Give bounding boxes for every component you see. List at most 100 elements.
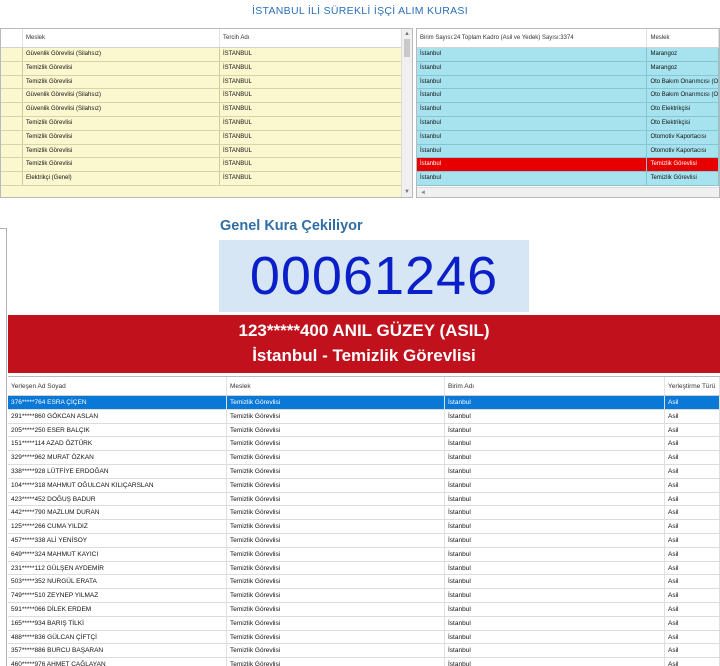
table-row[interactable]: İstanbul Oto Bakım Onarımcısı (O — [417, 75, 719, 90]
table-row[interactable]: 205*****250 ESER BALÇIK Temizlik Görevlis… — [8, 423, 720, 438]
table-cell: Güvenlik Görevlisi (Silahsız) — [23, 103, 220, 116]
table-row[interactable]: Temizlik Görevlisi İSTANBUL — [1, 144, 412, 159]
table-row[interactable]: 423*****452 DOĞUŞ BADUR Temizlik Görevlis… — [8, 492, 720, 507]
table-row[interactable]: 291*****860 GÖKCAN ASLAN Temizlik Görevli… — [8, 409, 720, 424]
row-indicator[interactable] — [1, 89, 23, 103]
unit-grid[interactable]: Birim Sayısı:24 Toplam Kadro (Asil ve Ye… — [416, 28, 720, 198]
column-header-birim-adi[interactable]: Birim Adı — [445, 377, 665, 395]
table-row[interactable]: 460*****976 AHMET ÇAĞLAYAN Temizlik Görev… — [8, 658, 720, 666]
table-cell: Asil — [665, 630, 720, 644]
table-cell: 749*****510 ZEYNEP YILMAZ — [8, 589, 227, 602]
table-cell: Asil — [665, 602, 720, 616]
table-cell: Marangoz — [647, 48, 719, 61]
table-row[interactable]: İstanbul Temizlik Görevlisi — [417, 158, 719, 173]
table-cell: İstanbul — [417, 75, 648, 89]
scroll-up-icon[interactable]: ▲ — [402, 29, 412, 39]
table-cell: 231*****112 GÜLŞEN AYDEMİR — [8, 561, 227, 575]
table-cell: İstanbul — [445, 437, 665, 451]
app-title: İSTANBUL İLİ SÜREKLİ İŞÇİ ALIM KURASI — [252, 5, 468, 17]
vertical-scrollbar[interactable]: ▲ ▼ — [401, 29, 412, 197]
row-indicator[interactable] — [1, 75, 23, 89]
placement-grid[interactable]: Yerleşen Ad Soyad Meslek Birim Adı Yerle… — [8, 376, 720, 666]
table-cell: Oto Bakım Onarımcısı (O — [647, 75, 719, 89]
table-cell: İstanbul — [417, 172, 648, 185]
table-cell: İstanbul — [445, 561, 665, 575]
row-indicator[interactable] — [1, 48, 23, 61]
row-indicator[interactable] — [1, 144, 23, 158]
table-cell: İstanbul — [445, 506, 665, 520]
table-cell: Temizlik Görevlisi — [227, 409, 445, 423]
table-cell: İstanbul — [417, 48, 648, 61]
table-row[interactable]: 749*****510 ZEYNEP YILMAZ Temizlik Görevl… — [8, 589, 720, 603]
table-row[interactable]: 104*****318 MAHMUT OĞULCAN KILIÇARSLAN Te… — [8, 478, 720, 493]
table-row[interactable]: 649*****324 MAHMUT KAYICI Temizlik Görevl… — [8, 547, 720, 562]
table-cell: Temizlik Görevlisi — [647, 172, 719, 185]
table-row[interactable]: Elektrikçi (Genel) İSTANBUL — [1, 172, 412, 186]
table-cell: Asil — [665, 533, 720, 547]
table-row[interactable]: Güvenlik Görevlisi (Silahsız) İSTANBUL — [1, 89, 412, 104]
row-indicator-header — [1, 29, 23, 47]
horizontal-scrollbar[interactable]: ◄ — [417, 187, 719, 197]
table-row[interactable]: 231*****112 GÜLŞEN AYDEMİR Temizlik Görev… — [8, 561, 720, 576]
table-row[interactable]: 357*****886 BURCU BAŞARAN Temizlik Görevl… — [8, 644, 720, 659]
row-indicator[interactable] — [1, 158, 23, 172]
table-cell: 165*****934 BARIŞ TİLKİ — [8, 616, 227, 630]
table-row[interactable]: 165*****934 BARIŞ TİLKİ Temizlik Görevlis… — [8, 616, 720, 631]
table-row[interactable]: İstanbul Temizlik Görevlisi — [417, 172, 719, 186]
table-cell: İstanbul — [445, 520, 665, 533]
table-cell: 104*****318 MAHMUT OĞULCAN KILIÇARSLAN — [8, 478, 227, 492]
draw-number: 00061246 — [249, 246, 499, 306]
column-header-yerlestirme[interactable]: Yerleştirme Türü — [665, 377, 720, 395]
table-row[interactable]: Güvenlik Görevlisi (Silahsız) İSTANBUL — [1, 103, 412, 117]
scroll-left-icon[interactable]: ◄ — [420, 190, 426, 196]
table-row[interactable]: 329*****962 MURAT ÖZKAN Temizlik Görevlis… — [8, 451, 720, 465]
table-cell: Asil — [665, 547, 720, 561]
table-row[interactable]: 442*****790 MAZLUM DURAN Temizlik Görevli… — [8, 506, 720, 521]
row-indicator[interactable] — [1, 116, 23, 130]
table-cell: 503*****352 NURGÜL ERATA — [8, 575, 227, 589]
table-row[interactable]: İstanbul Otomotiv Kaportacısı — [417, 144, 719, 159]
table-cell: Asil — [665, 658, 720, 666]
row-indicator[interactable] — [1, 61, 23, 75]
preference-grid[interactable]: Meslek Tercih Adı Güvenlik Görevlisi (Si… — [0, 28, 413, 198]
column-header-tercih[interactable]: Tercih Adı — [220, 29, 402, 47]
table-row[interactable]: 488*****836 GÜLCAN ÇİFTÇİ Temizlik Görevl… — [8, 630, 720, 645]
row-indicator[interactable] — [1, 172, 23, 185]
scroll-thumb[interactable] — [404, 39, 410, 57]
table-row[interactable]: 376*****764 ESRA ÇİÇEN Temizlik Görevlisi… — [8, 396, 720, 410]
table-row[interactable]: 457*****338 ALİ YENİSOY Temizlik Görevlis… — [8, 533, 720, 548]
table-row[interactable]: 125*****266 CUMA YILDIZ Temizlik Görevlis… — [8, 520, 720, 534]
table-row[interactable]: Güvenlik Görevlisi (Silahsız) İSTANBUL — [1, 48, 412, 62]
table-row[interactable]: İstanbul Oto Elektrikçisi — [417, 116, 719, 131]
table-row[interactable]: İstanbul Marangoz — [417, 48, 719, 62]
table-row[interactable]: Temizlik Görevlisi İSTANBUL — [1, 75, 412, 90]
row-indicator[interactable] — [1, 130, 23, 144]
table-row[interactable]: 591*****066 DİLEK ERDEM Temizlik Görevlis… — [8, 602, 720, 617]
table-row[interactable]: İstanbul Marangoz — [417, 61, 719, 76]
column-header-meslek[interactable]: Meslek — [23, 29, 220, 47]
table-row[interactable]: 503*****352 NURGÜL ERATA Temizlik Görevli… — [8, 575, 720, 590]
table-cell: Otomotiv Kaportacısı — [647, 130, 719, 144]
table-cell: Temizlik Görevlisi — [23, 144, 220, 158]
scroll-down-icon[interactable]: ▼ — [402, 187, 412, 197]
column-header-meslek-bottom[interactable]: Meslek — [227, 377, 445, 395]
table-row[interactable]: Temizlik Görevlisi İSTANBUL — [1, 116, 412, 131]
column-header-meslek-right[interactable]: Meslek — [647, 29, 719, 47]
table-row[interactable]: Temizlik Görevlisi İSTANBUL — [1, 61, 412, 76]
table-row[interactable]: İstanbul Otomotiv Kaportacısı — [417, 130, 719, 145]
row-indicator[interactable] — [1, 103, 23, 116]
column-header-ad-soyad[interactable]: Yerleşen Ad Soyad — [8, 377, 227, 395]
table-row[interactable]: Temizlik Görevlisi İSTANBUL — [1, 158, 412, 173]
column-header-birim[interactable]: Birim Sayısı:24 Toplam Kadro (Asil ve Ye… — [417, 29, 648, 47]
table-row[interactable]: Temizlik Görevlisi İSTANBUL — [1, 130, 412, 145]
table-cell: İstanbul — [445, 575, 665, 589]
table-cell: Asil — [665, 409, 720, 423]
winner-unit: İstanbul - Temizlik Görevlisi — [252, 346, 476, 365]
table-row[interactable]: İstanbul Oto Elektrikçisi — [417, 103, 719, 117]
table-cell: 423*****452 DOĞUŞ BADUR — [8, 492, 227, 506]
table-row[interactable]: 151*****114 AZAD ÖZTÜRK Temizlik Görevlis… — [8, 437, 720, 452]
table-cell: İSTANBUL — [220, 75, 402, 89]
table-row[interactable]: İstanbul Oto Bakım Onarımcısı (O — [417, 89, 719, 104]
table-row[interactable]: 338*****928 LÜTFİYE ERDOĞAN Temizlik Göre… — [8, 464, 720, 479]
table-cell: Temizlik Görevlisi — [227, 492, 445, 506]
